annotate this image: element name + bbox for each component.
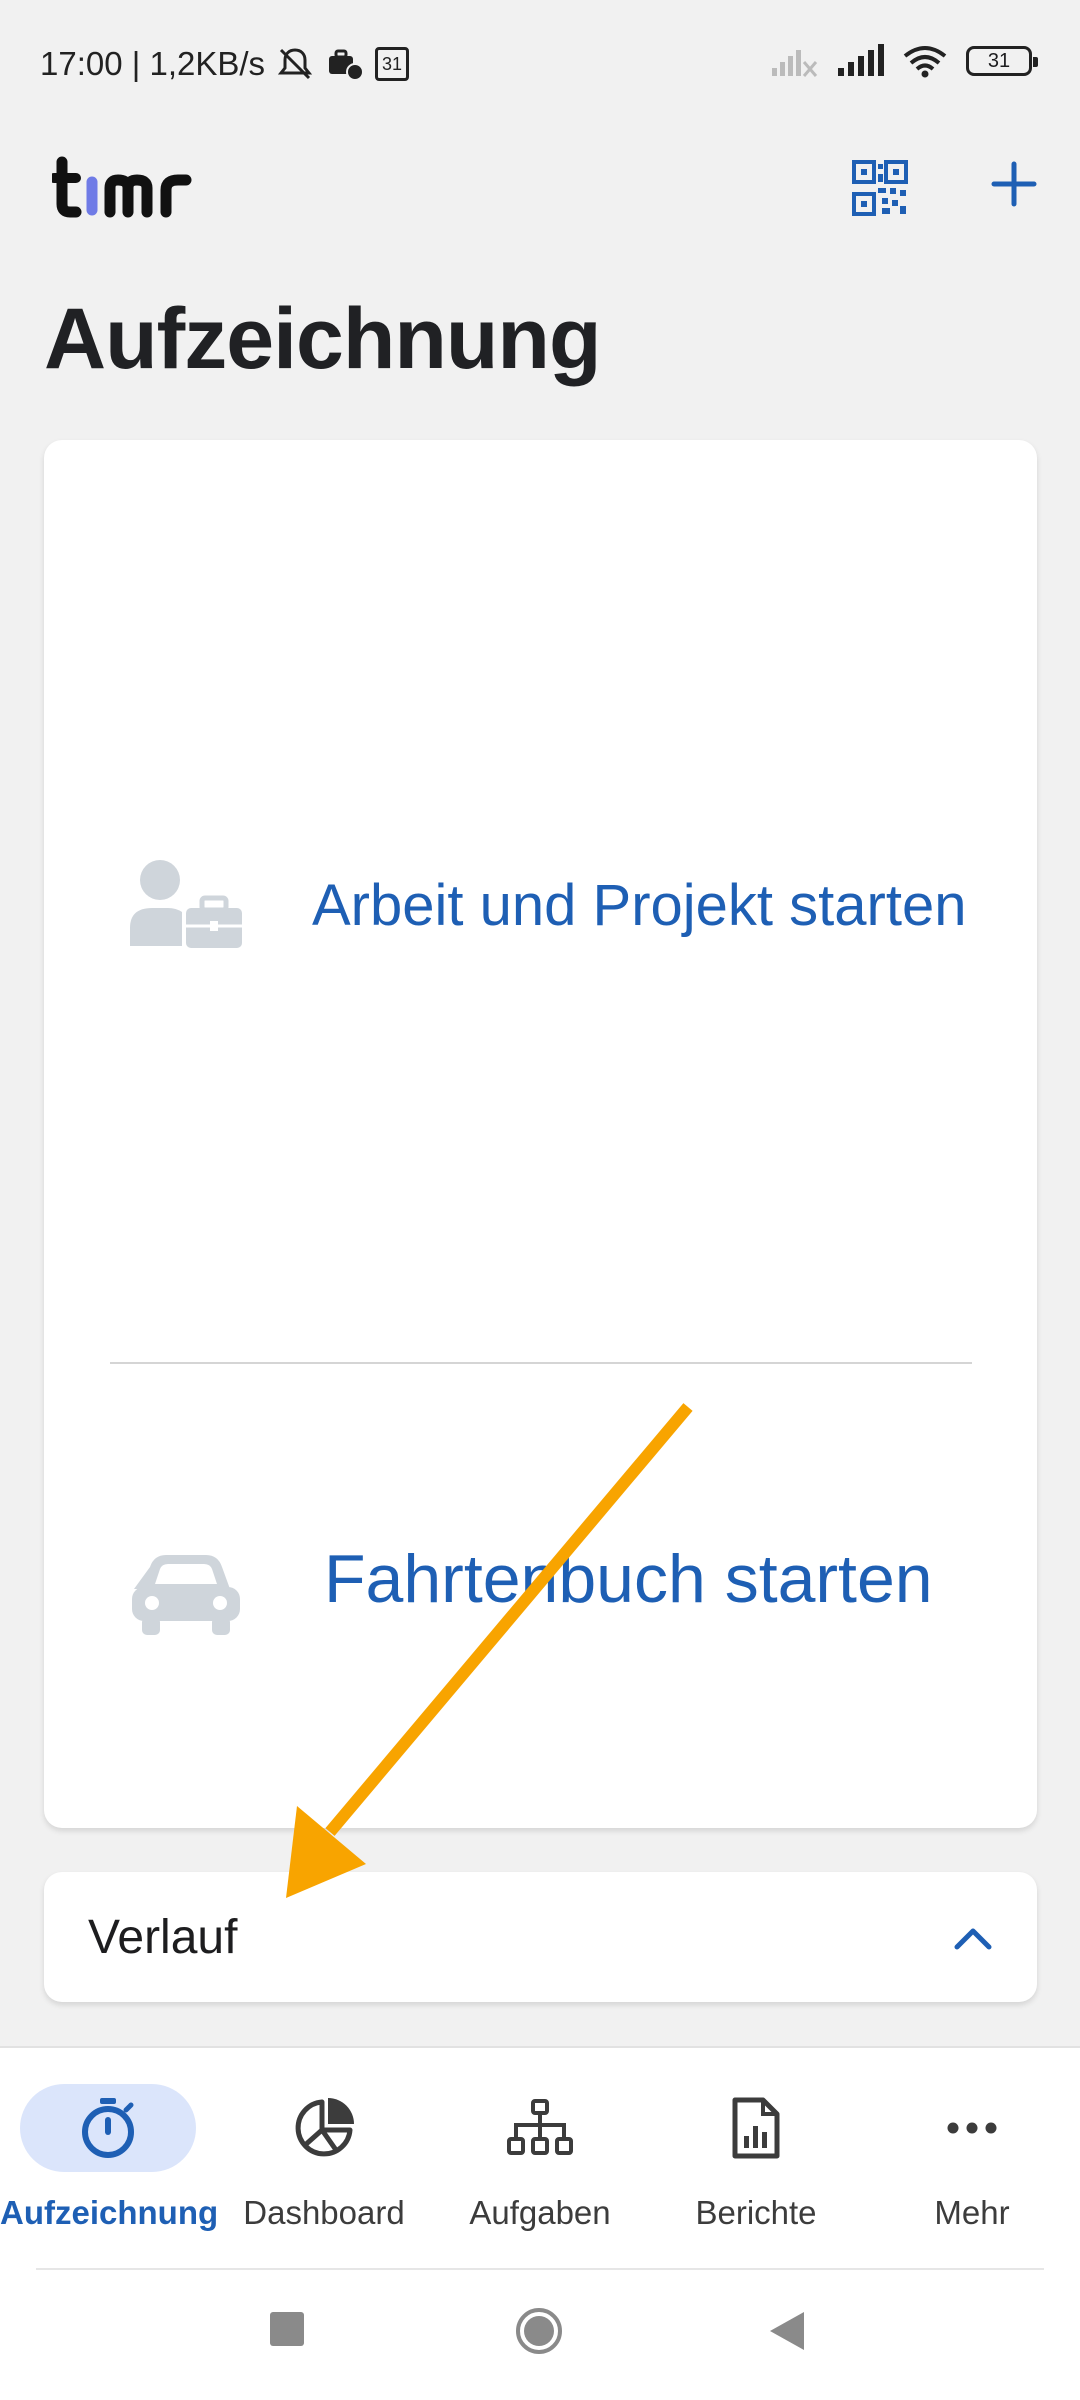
pie-chart-icon [295,2098,354,2157]
history-section-toggle[interactable]: Verlauf [44,1872,1037,2002]
nav-active-pill [20,2084,196,2172]
wifi-icon [903,46,947,78]
home-circle-icon [516,2308,562,2354]
start-logbook-button[interactable]: Fahrtenbuch starten [44,1365,1037,1828]
stopwatch-icon [82,2098,134,2158]
more-icon [947,2122,997,2134]
signal-weak-icon [772,50,818,77]
battery-indicator: 31 [966,46,1038,76]
nav-label: Aufzeichnung [0,2194,219,2231]
status-time-speed: 17:00 | 1,2KB/s [40,45,266,82]
nav-icon-container [236,2084,412,2172]
status-right: 31 [770,44,1038,78]
car-icon [132,1555,240,1635]
bottom-navigation: Aufzeichnung Dashboard Aufgaben Berichte… [0,2046,1080,2270]
qr-code-icon [852,160,908,216]
recents-button[interactable] [270,2312,304,2351]
plus-icon [991,161,1037,207]
qr-scan-button[interactable] [852,160,908,216]
system-navigation-bar [0,2270,1080,2400]
history-label: Verlauf [88,1910,238,1964]
nav-icon-container [884,2084,1060,2172]
nav-label: Berichte [695,2194,817,2231]
nav-item-aufgaben[interactable]: Aufgaben [432,2048,648,2272]
start-work-project-button[interactable]: Arbeit und Projekt starten [44,440,1037,1365]
app-logo [49,148,212,247]
worker-briefcase-icon [130,860,242,948]
back-triangle-icon [770,2312,804,2350]
nav-icon-container [668,2084,844,2172]
add-button[interactable] [990,160,1038,208]
status-bar: 17:00 | 1,2KB/s 31 31 [0,0,1080,130]
action-card: Arbeit und Projekt starten Fahrtenbuch s… [44,440,1037,1828]
nav-item-aufzeichnung[interactable]: Aufzeichnung [0,2048,219,2272]
square-icon [270,2312,304,2346]
hierarchy-icon [507,2099,573,2155]
nav-label: Aufgaben [469,2194,611,2231]
status-left: 17:00 | 1,2KB/s 31 [40,44,410,84]
nav-label: Dashboard [243,2194,405,2231]
signal-strong-icon [838,44,884,76]
back-button[interactable] [770,2312,804,2355]
chevron-up-icon [954,1928,992,1950]
nav-icon-container [452,2084,628,2172]
home-button[interactable] [514,2306,564,2361]
battery-level: 31 [987,49,1011,72]
nav-label: Mehr [934,2194,1010,2231]
nav-item-mehr[interactable]: Mehr [864,2048,1080,2272]
start-work-project-label: Arbeit und Projekt starten [312,873,967,938]
calendar-icon: 31 [375,47,410,81]
page-title: Aufzeichnung [44,291,601,387]
briefcase-clock-icon [329,49,365,81]
muted-bell-icon [277,48,313,80]
timr-logo [49,156,192,218]
report-icon [732,2097,780,2159]
nav-item-dashboard[interactable]: Dashboard [216,2048,432,2272]
start-logbook-label: Fahrtenbuch starten [324,1541,933,1617]
nav-item-berichte[interactable]: Berichte [648,2048,864,2272]
card-divider [110,1362,972,1364]
